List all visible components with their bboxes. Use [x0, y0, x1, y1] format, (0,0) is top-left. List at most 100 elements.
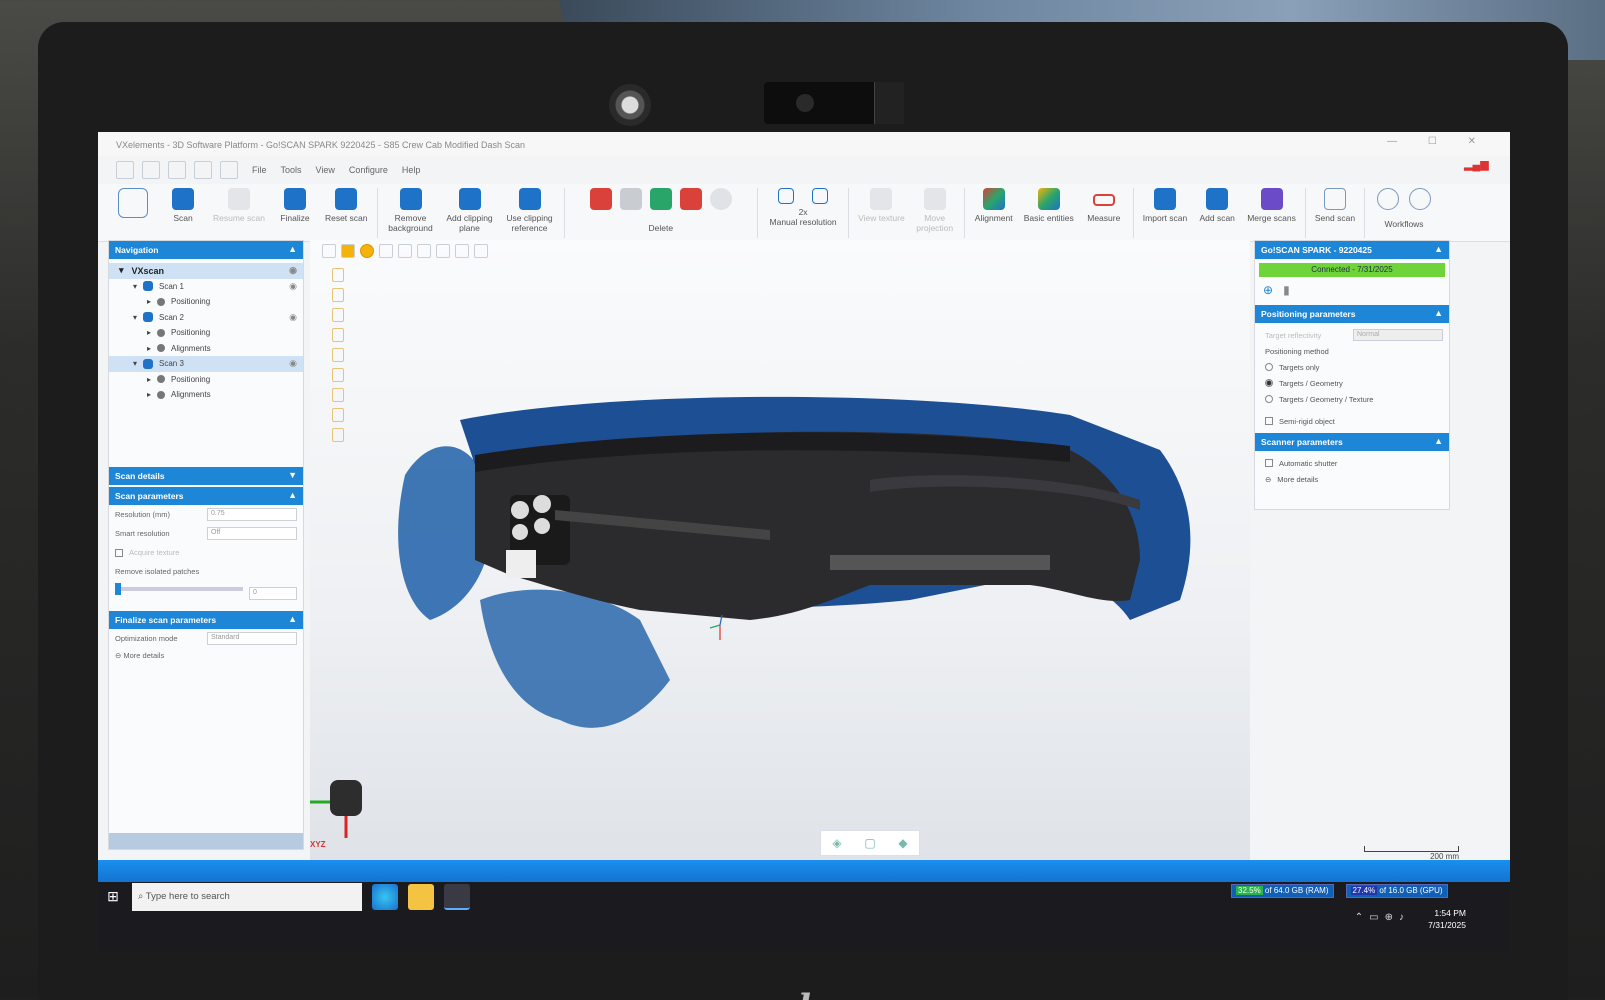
send-scan-button[interactable]: Send scan	[1315, 188, 1355, 223]
scan-details-header[interactable]: Scan details ▼	[109, 467, 303, 485]
reset-scan-button[interactable]: Reset scan	[325, 188, 368, 223]
finalize-button[interactable]: Finalize	[275, 188, 315, 223]
tree-item[interactable]: ▸ Alignments	[109, 341, 303, 357]
tree-item[interactable]: ▸ Positioning	[109, 372, 303, 388]
finalize-icon	[283, 188, 306, 210]
target-reflectivity-select[interactable]: Normal	[1353, 329, 1443, 341]
slider-thumb[interactable]	[115, 583, 121, 595]
tree-item[interactable]: ▾ Scan 1 ◉	[109, 279, 303, 295]
scan-parameters-header[interactable]: Scan parameters ▲	[109, 487, 303, 505]
edge-icon[interactable]	[372, 884, 398, 910]
target-icon[interactable]: ⊕	[1263, 283, 1273, 297]
semi-rigid-checkbox[interactable]	[1265, 417, 1273, 425]
delete-selection-icon[interactable]	[589, 188, 612, 210]
basic-entities-button[interactable]: Basic entities	[1024, 188, 1074, 223]
smart-resolution-select[interactable]: Off	[207, 527, 297, 540]
tree-item[interactable]: ▸ Positioning	[109, 294, 303, 310]
file-explorer-icon[interactable]	[408, 884, 434, 910]
add-clipping-plane-button[interactable]: Add clipping plane	[445, 188, 495, 233]
resume-scan-button[interactable]: Resume scan	[213, 188, 265, 223]
scanner-params-header[interactable]: Scanner parameters ▲	[1255, 433, 1449, 451]
automatic-shutter-row[interactable]: Automatic shutter	[1255, 455, 1449, 471]
use-clipping-reference-button[interactable]: Use clipping reference	[505, 188, 555, 233]
target-reflectivity-label: Target reflectivity	[1265, 330, 1322, 340]
option-targets-geometry-texture[interactable]: Targets / Geometry / Texture	[1255, 391, 1449, 407]
optimization-row: Optimization mode Standard	[109, 629, 303, 648]
radio-targets-only[interactable]	[1265, 363, 1273, 371]
import-scan-button[interactable]: Import scan	[1143, 188, 1187, 223]
taskbar-clock[interactable]: 1:54 PM 7/31/2025	[1428, 907, 1466, 931]
delete-circle-icon[interactable]	[709, 188, 732, 210]
device-tools: ⊕ ▮	[1255, 281, 1449, 305]
optimization-select[interactable]: Standard	[207, 632, 297, 645]
alignment-button[interactable]: Alignment	[974, 188, 1014, 223]
menu-help[interactable]: Help	[402, 165, 421, 175]
eye-icon[interactable]: ◉	[289, 265, 297, 276]
tree-item[interactable]: ▸ Alignments	[109, 387, 303, 403]
taskbar-search[interactable]: ⌕ Type here to search	[132, 883, 362, 911]
alignment-label: Alignment	[974, 213, 1013, 223]
workflows-group[interactable]: Workflows	[1374, 188, 1434, 229]
signal-icon[interactable]: ▂▄▆	[1464, 158, 1489, 174]
menu-tools[interactable]: Tools	[281, 165, 302, 175]
bars-icon[interactable]: ▮	[1283, 283, 1290, 297]
navigation-header[interactable]: Navigation ▲	[109, 241, 303, 259]
semi-rigid-row[interactable]: Semi-rigid object	[1255, 413, 1449, 429]
display-mode-icon[interactable]: ◈	[832, 836, 841, 850]
manual-resolution-group[interactable]: 2x Manual resolution	[767, 188, 839, 227]
radio-targets-geometry-texture[interactable]	[1265, 395, 1273, 403]
measure-button[interactable]: Measure	[1084, 188, 1124, 223]
delete-remove-icon[interactable]	[679, 188, 702, 210]
tree-item[interactable]: ▾ Scan 2 ◉	[109, 310, 303, 326]
eye-icon[interactable]: ◉	[289, 312, 297, 323]
windows-start-icon[interactable]: ⊞	[98, 882, 128, 912]
3d-viewport[interactable]: XYZ ◈ ▢ ◆	[310, 240, 1250, 860]
vxelements-taskbar-icon[interactable]	[444, 884, 470, 910]
workflows-label: Workflows	[1384, 219, 1424, 229]
delete-settings-icon[interactable]	[619, 188, 642, 210]
scan-button[interactable]: Scan	[163, 188, 203, 223]
radio-targets-geometry[interactable]	[1265, 379, 1273, 387]
menu-configure[interactable]: Configure	[349, 165, 388, 175]
redo-icon[interactable]	[220, 161, 238, 179]
option-targets-only[interactable]: Targets only	[1255, 359, 1449, 375]
resolution-field[interactable]: 0.75	[207, 508, 297, 521]
tree-root[interactable]: ▾ VXscan ◉	[109, 263, 303, 279]
finalize-params-header[interactable]: Finalize scan parameters ▲	[109, 611, 303, 629]
remove-patches-slider[interactable]	[115, 583, 243, 595]
chevron-down-icon: ▼	[288, 470, 297, 480]
new-icon[interactable]	[142, 161, 160, 179]
move-projection-button[interactable]: Move projection	[915, 188, 955, 233]
remove-patches-field[interactable]: 0	[249, 587, 297, 600]
save-icon[interactable]	[168, 161, 186, 179]
positioning-params-header[interactable]: Positioning parameters ▲	[1255, 305, 1449, 323]
acquire-texture-checkbox[interactable]	[115, 548, 123, 557]
tree-item-selected[interactable]: ▾ Scan 3 ◉	[109, 356, 303, 372]
delete-keep-icon[interactable]	[649, 188, 672, 210]
title-bar: VXelements - 3D Software Platform - Go!S…	[98, 132, 1510, 156]
tree-item[interactable]: ▸ Positioning	[109, 325, 303, 341]
system-tray[interactable]: ⌃▭⊕♪	[1355, 912, 1410, 923]
left-panel: Navigation ▲ ▾ VXscan ◉ ▾ Scan 1 ◉ ▸ Positi…	[108, 240, 304, 850]
box-view-icon[interactable]: ▢	[864, 836, 875, 850]
eye-icon[interactable]: ◉	[289, 281, 297, 292]
add-scan-button[interactable]: Add scan	[1197, 188, 1237, 223]
home-icon[interactable]	[116, 161, 134, 179]
menu-file[interactable]: File	[252, 165, 267, 175]
solid-view-icon[interactable]: ◆	[898, 836, 907, 850]
scan-mode-button[interactable]	[113, 188, 153, 221]
automatic-shutter-checkbox[interactable]	[1265, 459, 1273, 467]
view-texture-button[interactable]: View texture	[858, 188, 905, 223]
menu-view[interactable]: View	[316, 165, 335, 175]
window-controls[interactable]: — ☐ ✕	[1387, 136, 1490, 147]
finalize-more-details[interactable]: ⊖ More details	[109, 648, 303, 663]
eye-icon[interactable]: ◉	[289, 358, 297, 369]
merge-scans-button[interactable]: Merge scans	[1247, 188, 1296, 223]
undo-icon[interactable]	[194, 161, 212, 179]
device-header[interactable]: Go!SCAN SPARK - 9220425 ▲	[1255, 241, 1449, 259]
scanner-more-details[interactable]: ⊖ More details	[1255, 471, 1449, 487]
remove-background-button[interactable]: Remove background	[387, 188, 435, 233]
view-cube[interactable]	[330, 780, 362, 816]
option-targets-geometry[interactable]: Targets / Geometry	[1255, 375, 1449, 391]
chevron-up-icon: ▲	[288, 490, 297, 500]
